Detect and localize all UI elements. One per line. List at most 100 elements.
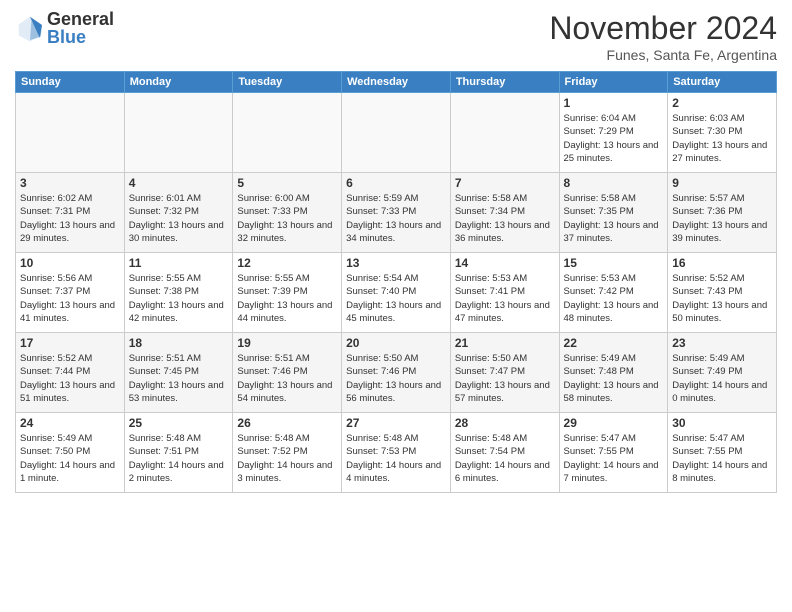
daylight: Daylight: 13 hours and 48 minutes. [564, 300, 659, 324]
sunset: Sunset: 7:30 PM [672, 126, 742, 137]
calendar-cell: 21Sunrise: 5:50 AMSunset: 7:47 PMDayligh… [450, 333, 559, 413]
calendar-cell: 23Sunrise: 5:49 AMSunset: 7:49 PMDayligh… [668, 333, 777, 413]
calendar-cell: 18 Sunrise: 5:51 AMSunset: 7:45 PMDayligh… [124, 333, 233, 413]
day-number: 9 [672, 176, 772, 190]
sunrise: Sunrise: 5:48 AM [346, 433, 418, 444]
day-number: 11 [129, 256, 229, 270]
day-info: Sunrise: 5:53 AMSunset: 7:41 PMDaylight:… [455, 272, 555, 325]
calendar-cell: 17Sunrise: 5:52 AMSunset: 7:44 PMDayligh… [16, 333, 125, 413]
sunrise: Sunrise: 5:57 AM [672, 193, 744, 204]
day-info: Sunrise: 5:51 AMSunset: 7:45 PMDaylight:… [129, 352, 229, 405]
day-number: 17 [20, 336, 120, 350]
sunrise: Sunrise: 5:54 AM [346, 273, 418, 284]
sunset: Sunset: 7:45 PM [129, 366, 199, 377]
day-info: Sunrise: 5:47 AMSunset: 7:55 PMDaylight:… [672, 432, 772, 485]
calendar-header-row: Sunday Monday Tuesday Wednesday Thursday… [16, 72, 777, 93]
calendar-cell: 4Sunrise: 6:01 AMSunset: 7:32 PMDaylight… [124, 173, 233, 253]
sunrise: Sunrise: 5:48 AM [237, 433, 309, 444]
sunrise: Sunrise: 5:53 AM [564, 273, 636, 284]
sunrise: Sunrise: 5:52 AM [20, 353, 92, 364]
day-number: 2 [672, 96, 772, 110]
logo-icon [15, 13, 45, 43]
daylight: Daylight: 13 hours and 54 minutes. [237, 380, 332, 404]
sunrise: Sunrise: 6:02 AM [20, 193, 92, 204]
calendar-week-1: 1Sunrise: 6:04 AMSunset: 7:29 PMDaylight… [16, 93, 777, 173]
day-info: Sunrise: 5:51 AMSunset: 7:46 PMDaylight:… [237, 352, 337, 405]
day-info: Sunrise: 5:52 AM Sunset: 7:43 PM Daylight:… [672, 272, 772, 325]
calendar-cell: 24Sunrise: 5:49 AMSunset: 7:50 PMDayligh… [16, 413, 125, 493]
sunset: Sunset: 7:36 PM [672, 206, 742, 217]
daylight: Daylight: 13 hours and 41 minutes. [20, 300, 115, 324]
calendar-cell: 30Sunrise: 5:47 AMSunset: 7:55 PMDayligh… [668, 413, 777, 493]
day-number: 25 [129, 416, 229, 430]
day-info: Sunrise: 5:48 AMSunset: 7:52 PMDaylight:… [237, 432, 337, 485]
day-number: 6 [346, 176, 446, 190]
sunset: Sunset: 7:31 PM [20, 206, 90, 217]
sunrise: Sunrise: 5:47 AM [564, 433, 636, 444]
calendar-cell: 7Sunrise: 5:58 AMSunset: 7:34 PMDaylight… [450, 173, 559, 253]
sunrise: Sunrise: 5:55 AM [237, 273, 309, 284]
sunset: Sunset: 7:43 PM [672, 286, 742, 297]
sunset: Sunset: 7:46 PM [346, 366, 416, 377]
day-info: Sunrise: 6:04 AMSunset: 7:29 PMDaylight:… [564, 112, 664, 165]
day-info: Sunrise: 6:01 AMSunset: 7:32 PMDaylight:… [129, 192, 229, 245]
daylight: Daylight: 13 hours and 51 minutes. [20, 380, 115, 404]
day-number: 3 [20, 176, 120, 190]
calendar-cell: 25Sunrise: 5:48 AMSunset: 7:51 PMDayligh… [124, 413, 233, 493]
day-info: Sunrise: 5:55 AMSunset: 7:38 PMDaylight:… [129, 272, 229, 325]
daylight: Daylight: 13 hours and 27 minutes. [672, 140, 767, 164]
daylight: Daylight: 13 hours and 42 minutes. [129, 300, 224, 324]
sunrise: Sunrise: 5:50 AM [346, 353, 418, 364]
calendar-week-2: 3 Sunrise: 6:02 AM Sunset: 7:31 PM Daylight… [16, 173, 777, 253]
header-friday: Friday [559, 72, 668, 93]
logo-general: General [47, 10, 114, 28]
day-number: 29 [564, 416, 664, 430]
calendar-cell: 13Sunrise: 5:54 AMSunset: 7:40 PMDayligh… [342, 253, 451, 333]
sunrise: Sunrise: 6:00 AM [237, 193, 309, 204]
logo: General Blue [15, 10, 114, 46]
calendar-cell: 26 Sunrise: 5:48 AMSunset: 7:52 PMDayligh… [233, 413, 342, 493]
day-number: 24 [20, 416, 120, 430]
sunrise: Sunrise: 5:59 AM [346, 193, 418, 204]
sunrise: Sunrise: 5:51 AM [237, 353, 309, 364]
month-title: November 2024 [549, 10, 777, 47]
daylight: Daylight: 13 hours and 47 minutes. [455, 300, 550, 324]
day-number: 8 [564, 176, 664, 190]
day-number: 14 [455, 256, 555, 270]
day-number: 16 [672, 256, 772, 270]
sunset: Sunset: 7:33 PM [237, 206, 307, 217]
sunrise: Sunrise: 5:52 AM [672, 273, 744, 284]
location: Funes, Santa Fe, Argentina [549, 47, 777, 63]
day-info: Sunrise: 5:57 AMSunset: 7:36 PMDaylight:… [672, 192, 772, 245]
sunrise: Sunrise: 6:04 AM [564, 113, 636, 124]
calendar-cell: 8Sunrise: 5:58 AMSunset: 7:35 PMDaylight… [559, 173, 668, 253]
daylight: Daylight: 13 hours and 44 minutes. [237, 300, 332, 324]
daylight: Daylight: 13 hours and 50 minutes. [672, 300, 767, 324]
calendar-cell: 19Sunrise: 5:51 AMSunset: 7:46 PMDayligh… [233, 333, 342, 413]
sunset: Sunset: 7:48 PM [564, 366, 634, 377]
header-sunday: Sunday [16, 72, 125, 93]
day-number: 5 [237, 176, 337, 190]
calendar-cell: 2Sunrise: 6:03 AMSunset: 7:30 PMDaylight… [668, 93, 777, 173]
daylight: Daylight: 13 hours and 29 minutes. [20, 220, 115, 244]
calendar-cell: 16 Sunrise: 5:52 AM Sunset: 7:43 PM Dayligh… [668, 253, 777, 333]
daylight: Daylight: 14 hours and 2 minutes. [129, 460, 224, 484]
sunrise: Sunrise: 5:49 AM [672, 353, 744, 364]
daylight: Daylight: 13 hours and 58 minutes. [564, 380, 659, 404]
day-number: 18 [129, 336, 229, 350]
day-info: Sunrise: 5:49 AM Sunset: 7:49 PM Daylight:… [672, 352, 772, 405]
day-info: Sunrise: 5:47 AM Sunset: 7:55 PM Daylight:… [564, 432, 664, 485]
day-number: 26 [237, 416, 337, 430]
sunrise: Sunrise: 5:48 AM [129, 433, 201, 444]
day-number: 10 [20, 256, 120, 270]
header-tuesday: Tuesday [233, 72, 342, 93]
calendar-cell [124, 93, 233, 173]
daylight: Daylight: 14 hours and 0 minutes. [672, 380, 767, 404]
sunset: Sunset: 7:42 PM [564, 286, 634, 297]
daylight: Daylight: 14 hours and 4 minutes. [346, 460, 441, 484]
daylight: Daylight: 14 hours and 7 minutes. [564, 460, 659, 484]
calendar-cell: 22Sunrise: 5:49 AMSunset: 7:48 PMDayligh… [559, 333, 668, 413]
sunset: Sunset: 7:49 PM [672, 366, 742, 377]
sunset: Sunset: 7:55 PM [564, 446, 634, 457]
sunset: Sunset: 7:33 PM [346, 206, 416, 217]
